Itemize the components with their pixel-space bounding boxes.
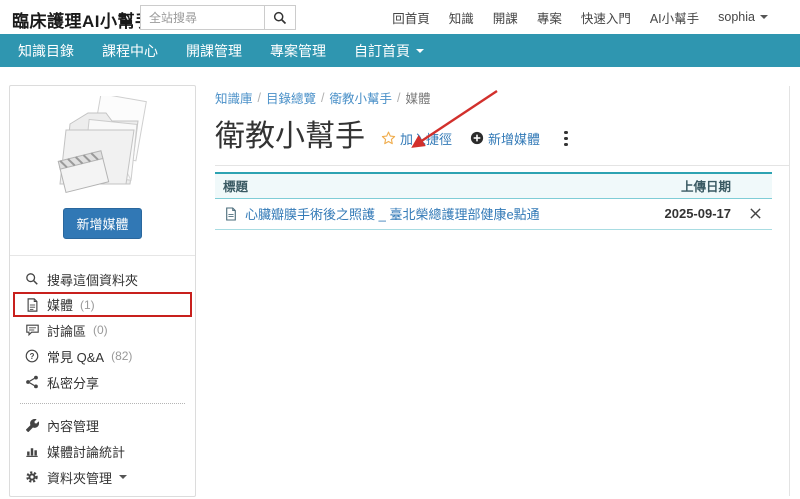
breadcrumb-current: 媒體 (406, 88, 431, 107)
gear-icon (24, 470, 40, 484)
upload-date: 2025-09-17 (635, 198, 739, 229)
site-search (140, 5, 296, 30)
bar-chart-icon (24, 445, 40, 458)
breadcrumb-knowledge-base[interactable]: 知識庫 (215, 88, 253, 107)
chevron-down-icon (119, 475, 127, 479)
sidebar-item-private-share[interactable]: 私密分享 (10, 369, 195, 395)
sidebar-item-content-management[interactable]: 內容管理 (10, 412, 195, 438)
share-icon (24, 375, 40, 389)
sidebar-item-label: 常見 Q&A (47, 347, 104, 366)
nav-custom-homepage[interactable]: 自訂首頁 (340, 34, 438, 67)
user-menu[interactable]: sophia (718, 10, 768, 24)
sidebar-add-media-button[interactable]: 新增媒體 (63, 208, 141, 239)
site-logo[interactable]: 臨床護理AI小幫手 (12, 7, 153, 32)
table-row: 心臟瓣膜手術後之照護 _ 臺北榮總護理部健康e點通 2025-09-17 (215, 198, 772, 229)
sidebar-menu: 搜尋這個資料夾 媒體 (1) 討論區 (0) ? 常見 Q (10, 266, 195, 494)
title-actions: 加入捷徑 新增媒體 (381, 129, 574, 154)
title-row: 衛教小幫手 加入捷徑 新增媒體 (215, 120, 790, 153)
search-icon (24, 272, 40, 286)
sidebar-item-label: 資料夾管理 (47, 468, 112, 487)
sidebar-item-media[interactable]: 媒體 (1) (13, 292, 192, 317)
wrench-icon (24, 419, 40, 432)
content-right-border (789, 86, 790, 496)
sidebar-item-label: 搜尋這個資料夾 (47, 270, 138, 289)
nav-knowledge-catalog[interactable]: 知識目錄 (4, 34, 88, 67)
nav-course-management[interactable]: 開課管理 (172, 34, 256, 67)
top-header: 臨床護理AI小幫手 回首頁 知識 開課 專案 快速入門 AI小幫手 sophia (0, 0, 800, 34)
media-item-link[interactable]: 心臟瓣膜手術後之照護 _ 臺北榮總護理部健康e點通 (245, 204, 540, 223)
page: 臨床護理AI小幫手 回首頁 知識 開課 專案 快速入門 AI小幫手 sophia… (0, 0, 800, 499)
add-media-link[interactable]: 新增媒體 (470, 129, 540, 148)
search-button[interactable] (265, 5, 296, 30)
sidebar-item-label: 私密分享 (47, 373, 99, 392)
sidebar-item-faq[interactable]: ? 常見 Q&A (82) (10, 343, 195, 369)
top-link-quickstart[interactable]: 快速入門 (581, 8, 631, 27)
main-navbar: 知識目錄 課程中心 開課管理 專案管理 自訂首頁 (0, 34, 800, 67)
star-icon (381, 131, 396, 146)
title-divider (215, 165, 790, 166)
folder-sidebar: 新增媒體 搜尋這個資料夾 媒體 (1) 討論區 (9, 85, 196, 497)
nav-project-management[interactable]: 專案管理 (256, 34, 340, 67)
plus-circle-icon (470, 131, 484, 145)
sidebar-item-label: 討論區 (47, 321, 86, 340)
sidebar-item-folder-management[interactable]: 資料夾管理 (10, 464, 195, 490)
top-links: 回首頁 知識 開課 專案 快速入門 AI小幫手 sophia (392, 0, 768, 34)
media-folder-illustration (42, 96, 164, 198)
column-header-actions (739, 173, 772, 198)
sidebar-item-discussion[interactable]: 討論區 (0) (10, 317, 195, 343)
page-title: 衛教小幫手 (215, 120, 365, 153)
search-input[interactable] (140, 5, 265, 30)
top-link-ai-helper[interactable]: AI小幫手 (650, 8, 699, 27)
username: sophia (718, 10, 755, 24)
item-count-badge: (1) (80, 298, 95, 312)
sidebar-divider (10, 255, 195, 256)
chevron-down-icon (760, 15, 768, 19)
question-circle-icon: ? (24, 349, 40, 363)
top-link-courses[interactable]: 開課 (493, 8, 518, 27)
table-header-row: 標題 上傳日期 (215, 173, 772, 198)
sidebar-item-label: 媒體 (47, 295, 73, 314)
main-content: 知識庫 / 目錄總覽 / 衛教小幫手 / 媒體 衛教小幫手 加入捷徑 新增媒體 (215, 88, 790, 230)
media-table: 標題 上傳日期 心臟瓣膜手術後之照護 _ 臺北榮總護理部健康e點通 (215, 172, 772, 230)
sidebar-dotted-divider (20, 403, 185, 404)
sidebar-item-label: 媒體討論統計 (47, 442, 125, 461)
add-shortcut-link[interactable]: 加入捷徑 (381, 129, 452, 148)
breadcrumb-folder[interactable]: 衛教小幫手 (330, 88, 393, 107)
column-header-upload-date[interactable]: 上傳日期 (635, 173, 739, 198)
breadcrumb-catalog-overview[interactable]: 目錄總覽 (266, 88, 316, 107)
more-actions-kebab-icon[interactable] (558, 129, 574, 149)
top-link-knowledge[interactable]: 知識 (449, 8, 474, 27)
item-count-badge: (0) (93, 323, 108, 337)
search-icon (272, 11, 288, 25)
breadcrumb: 知識庫 / 目錄總覽 / 衛教小幫手 / 媒體 (215, 88, 790, 107)
comment-icon (24, 323, 40, 337)
top-link-projects[interactable]: 專案 (537, 8, 562, 27)
delete-media-button[interactable] (747, 205, 764, 222)
sidebar-item-search-folder[interactable]: 搜尋這個資料夾 (10, 266, 195, 292)
file-icon (24, 298, 40, 312)
item-count-badge: (82) (111, 349, 132, 363)
sidebar-item-label: 內容管理 (47, 416, 99, 435)
svg-text:?: ? (30, 352, 35, 361)
sidebar-item-media-discussion-stats[interactable]: 媒體討論統計 (10, 438, 195, 464)
column-header-title[interactable]: 標題 (215, 173, 635, 198)
top-link-home[interactable]: 回首頁 (392, 8, 430, 27)
document-icon (223, 207, 239, 221)
close-icon (749, 207, 762, 220)
chevron-down-icon (416, 49, 424, 53)
nav-course-center[interactable]: 課程中心 (88, 34, 172, 67)
